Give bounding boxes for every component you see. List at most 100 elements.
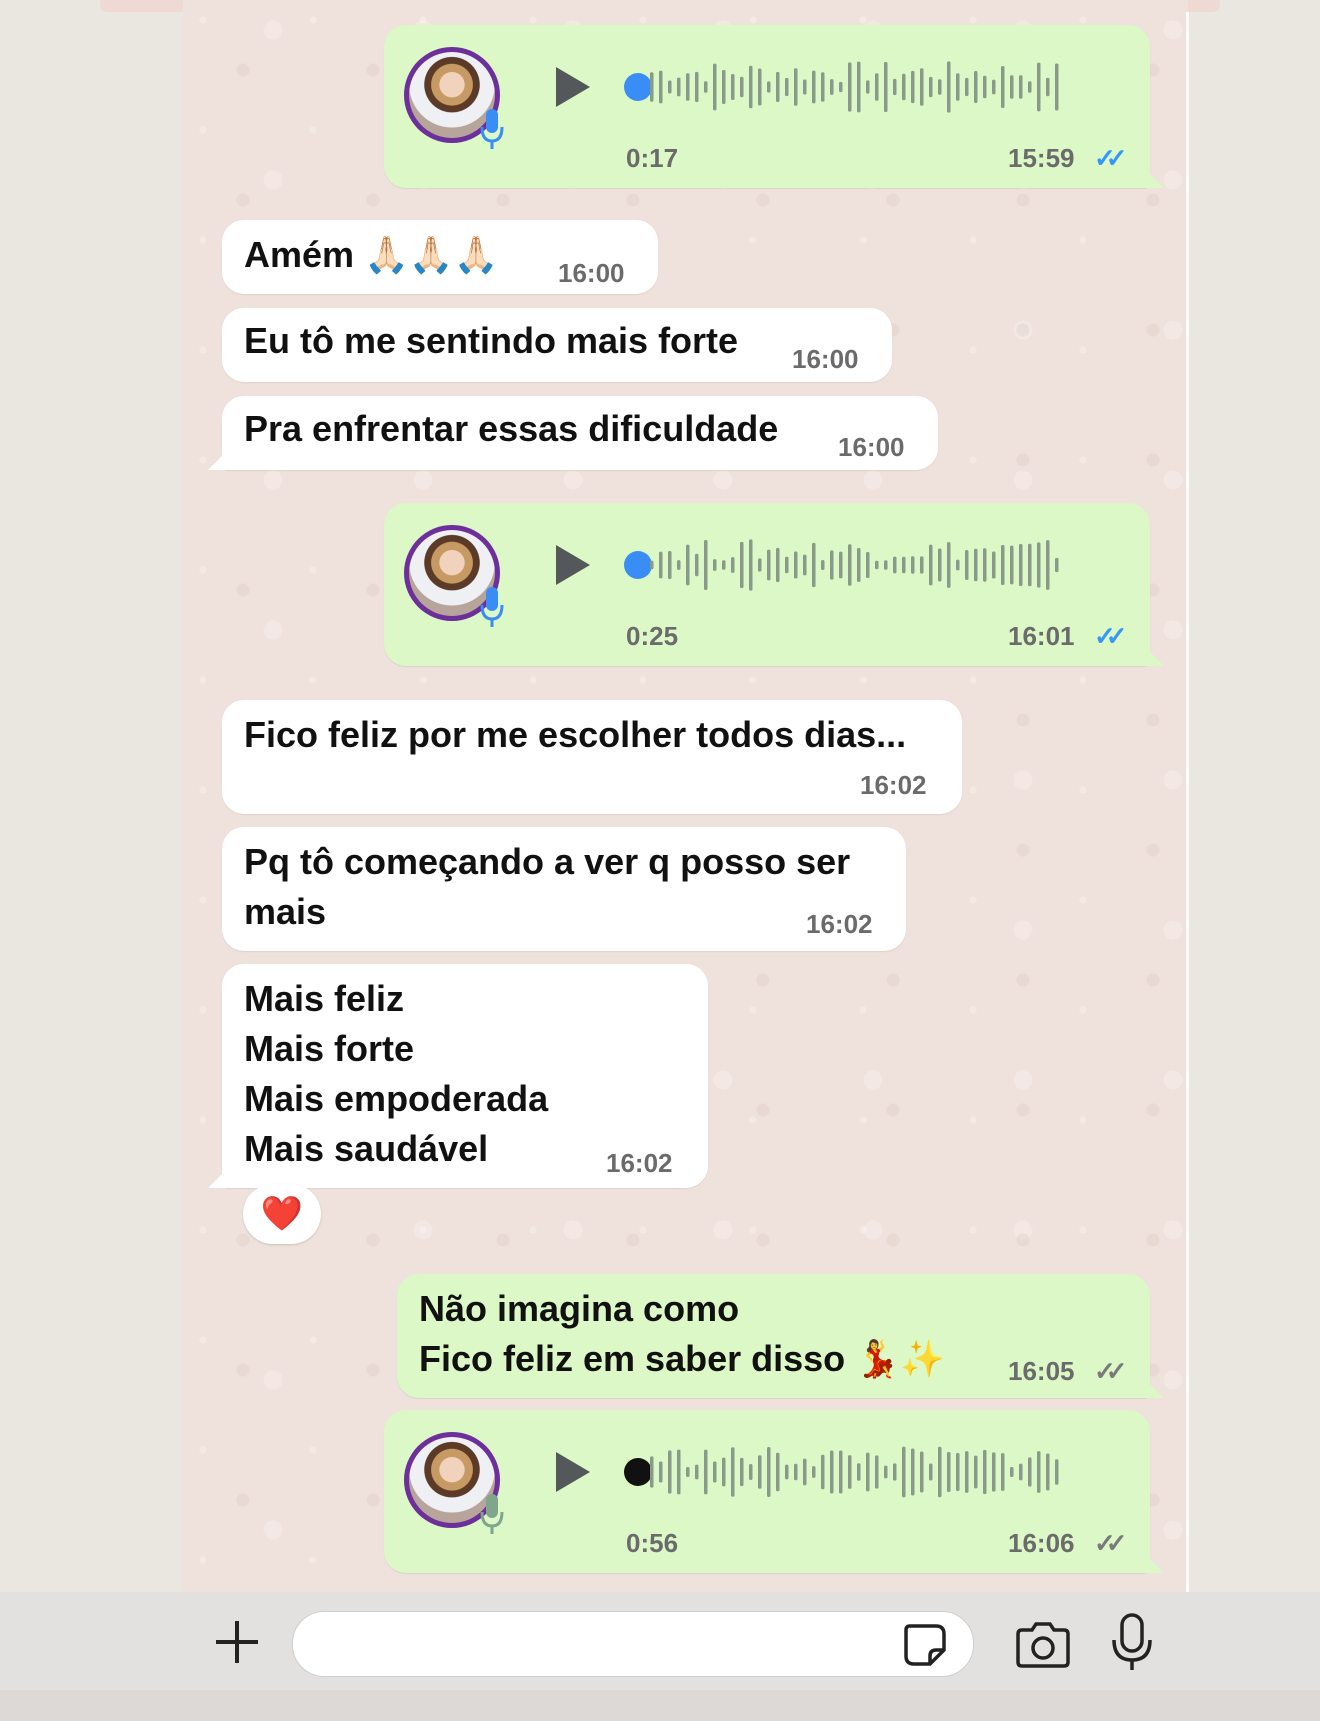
voice-duration: 0:17 xyxy=(626,143,679,173)
read-ticks-icon: ✓✓ xyxy=(1094,143,1127,173)
voice-duration: 0:56 xyxy=(626,1528,679,1558)
waveform-bar xyxy=(911,1448,915,1496)
waveform-bar xyxy=(749,539,753,591)
waveform-bar xyxy=(767,549,771,581)
message-time: 16:02 xyxy=(606,1148,673,1178)
message-time: 16:06 xyxy=(1008,1528,1075,1558)
waveform-bar xyxy=(947,61,951,113)
waveform-bar xyxy=(830,79,834,95)
message-bubble[interactable]: Não imagina como Fico feliz em saber dis… xyxy=(397,1274,1150,1398)
waveform-bar xyxy=(1046,77,1050,97)
waveform-bar xyxy=(803,79,807,95)
waveform-bar xyxy=(920,556,924,574)
waveform-bar xyxy=(866,551,870,579)
plus-icon[interactable] xyxy=(212,1617,262,1667)
message-time: 16:01 xyxy=(1008,621,1075,651)
waveform-bar xyxy=(695,1464,699,1480)
waveform-bar xyxy=(731,1447,735,1497)
message-text-line: Não imagina como xyxy=(419,1288,740,1329)
waveform[interactable] xyxy=(650,57,1060,117)
play-button[interactable] xyxy=(556,545,590,585)
voice-message[interactable]: 0:17 15:59 ✓✓ xyxy=(384,25,1150,188)
waveform-bar xyxy=(839,81,843,93)
message-bubble[interactable]: Pq tô começando a ver q posso ser mais 1… xyxy=(222,827,906,951)
message-text-line: Mais saudável xyxy=(244,1128,489,1169)
waveform-bar xyxy=(947,542,951,588)
waveform-bar xyxy=(884,61,888,113)
waveform-bar xyxy=(956,73,960,101)
message-bubble[interactable]: Mais feliz Mais forte Mais empoderada Ma… xyxy=(222,964,708,1188)
waveform-bar xyxy=(1010,1466,1014,1478)
message-bubble[interactable]: Amém 🙏🏻🙏🏻🙏🏻 16:00 xyxy=(222,220,658,294)
waveform-bar xyxy=(893,556,897,574)
waveform-bar xyxy=(677,560,681,570)
voice-message[interactable]: 0:56 16:06 ✓✓ xyxy=(384,1410,1150,1573)
chat-edge xyxy=(1186,12,1189,1592)
waveform-bar xyxy=(965,549,969,581)
microphone-button-icon[interactable] xyxy=(1108,1612,1156,1674)
waveform-bar xyxy=(821,1454,825,1490)
waveform-bar xyxy=(875,73,879,101)
message-bubble[interactable]: Eu tô me sentindo mais forte 16:00 xyxy=(222,308,892,382)
waveform[interactable] xyxy=(650,1442,1060,1502)
waveform-bar xyxy=(668,80,672,94)
message-bubble[interactable]: Pra enfrentar essas dificuldade 16:00 xyxy=(222,396,938,470)
waveform-bar xyxy=(776,1452,780,1492)
waveform-bar xyxy=(830,1450,834,1494)
playback-position-handle[interactable] xyxy=(624,1458,652,1486)
waveform-bar xyxy=(659,551,663,579)
waveform-bar xyxy=(1028,81,1032,93)
waveform-bar xyxy=(1010,545,1014,585)
waveform-bar xyxy=(659,1461,663,1483)
waveform[interactable] xyxy=(650,535,1060,595)
sent-ticks-icon: ✓✓ xyxy=(1094,1528,1127,1558)
waveform-bar xyxy=(884,1465,888,1479)
waveform-bar xyxy=(659,70,663,104)
waveform-bar xyxy=(758,558,762,572)
camera-icon[interactable] xyxy=(1014,1620,1072,1670)
waveform-bar xyxy=(848,544,852,586)
play-button[interactable] xyxy=(556,67,590,107)
voice-duration: 0:25 xyxy=(626,621,679,651)
message-time: 15:59 xyxy=(1008,143,1075,173)
waveform-bar xyxy=(776,547,780,583)
microphone-icon xyxy=(480,109,504,149)
waveform-bar xyxy=(956,1453,960,1491)
waveform-bar xyxy=(686,73,690,101)
waveform-bar xyxy=(695,553,699,577)
waveform-bar xyxy=(1055,557,1059,573)
waveform-bar xyxy=(740,76,744,98)
voice-message[interactable]: 0:25 16:01 ✓✓ xyxy=(384,503,1150,666)
heart-reaction[interactable]: ❤️ xyxy=(243,1184,321,1244)
waveform-bar xyxy=(821,560,825,570)
playback-position-handle[interactable] xyxy=(624,551,652,579)
waveform-bar xyxy=(812,1466,816,1478)
waveform-bar xyxy=(839,1450,843,1494)
waveform-bar xyxy=(938,1446,942,1498)
waveform-bar xyxy=(668,1450,672,1494)
waveform-bar xyxy=(839,551,843,579)
message-bubble[interactable]: Fico feliz por me escolher todos dias...… xyxy=(222,700,962,814)
message-input[interactable] xyxy=(292,1611,974,1677)
waveform-bar xyxy=(992,79,996,95)
play-button[interactable] xyxy=(556,1452,590,1492)
sent-ticks-icon: ✓✓ xyxy=(1094,1356,1127,1386)
waveform-bar xyxy=(983,1449,987,1495)
waveform-bar xyxy=(1001,545,1005,585)
waveform-bar xyxy=(803,1458,807,1486)
message-text-line: Mais empoderada xyxy=(244,1078,549,1119)
playback-position-handle[interactable] xyxy=(624,73,652,101)
waveform-bar xyxy=(677,77,681,97)
message-time: 16:00 xyxy=(838,432,905,462)
message-text: Eu tô me sentindo mais forte xyxy=(244,320,739,361)
waveform-bar xyxy=(1019,1463,1023,1481)
waveform-bar xyxy=(785,1464,789,1480)
sticker-icon[interactable] xyxy=(902,1622,948,1668)
waveform-bar xyxy=(1037,62,1041,112)
waveform-bar xyxy=(704,81,708,93)
waveform-bar xyxy=(992,551,996,579)
message-time: 16:05 xyxy=(1008,1356,1075,1386)
waveform-bar xyxy=(875,1455,879,1489)
waveform-bar xyxy=(893,1463,897,1481)
read-ticks-icon: ✓✓ xyxy=(1094,621,1127,651)
